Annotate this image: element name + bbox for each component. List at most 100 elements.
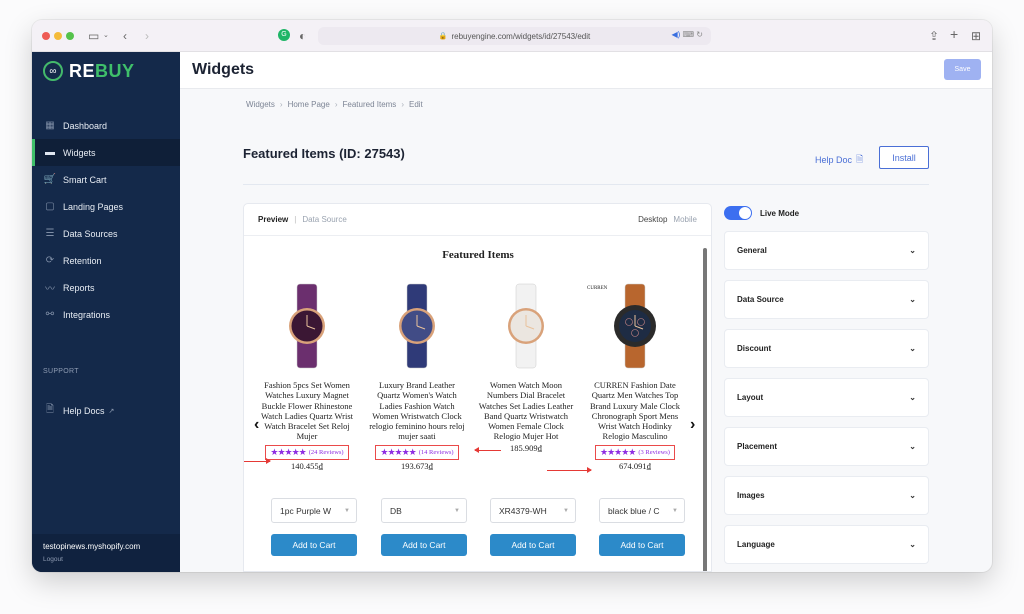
back-icon[interactable]: ‹	[123, 28, 127, 44]
sidebar-item-data-sources[interactable]: ☰ Data Sources	[32, 220, 180, 247]
section-label: General	[737, 246, 767, 255]
maximize-window-button[interactable]	[66, 32, 74, 40]
product-image[interactable]	[369, 282, 465, 370]
sidebar-item-reports[interactable]: 〰 Reports	[32, 274, 180, 301]
lock-icon: 🔒	[438, 33, 448, 40]
chevron-down-icon: ⌄	[909, 344, 916, 353]
sidebar-item-smart-cart[interactable]: 🛒 Smart Cart	[32, 166, 180, 193]
caret-down-icon: ▼	[344, 507, 350, 514]
preview-scrollbar[interactable]	[703, 248, 707, 571]
settings-panel: Live Mode General ⌄ Data Source ⌄ Discount ⌄ L…	[724, 205, 929, 564]
url-bar-icons[interactable]: ◀︎) ⌨ ↻	[671, 30, 703, 39]
sidebar-item-label: Data Sources	[63, 228, 118, 239]
product-name[interactable]: Women Watch Moon Numbers Dial Bracelet W…	[478, 380, 574, 442]
settings-section-placement[interactable]: Placement ⌄	[724, 427, 929, 466]
settings-section-language[interactable]: Language ⌄	[724, 525, 929, 564]
device-desktop[interactable]: Desktop	[638, 215, 667, 224]
product-image[interactable]	[259, 282, 355, 370]
breadcrumb-home-page[interactable]: Home Page	[288, 100, 330, 109]
variant-select[interactable]: 1pc Purple W ▼	[271, 498, 357, 523]
section-label: Images	[737, 491, 765, 500]
section-label: Discount	[737, 344, 772, 353]
breadcrumb-featured-items[interactable]: Featured Items	[343, 100, 397, 109]
product-card: CURREN CURREN Fashion Date Quartz Men Wa…	[587, 282, 683, 471]
add-to-cart-button[interactable]: Add to Cart	[381, 534, 467, 556]
tab-preview[interactable]: Preview	[258, 215, 288, 224]
divider	[243, 184, 929, 185]
rating-badge[interactable]: ★★★★★ (3 Reviews)	[595, 444, 675, 460]
chevron-down-icon: ⌄	[909, 491, 916, 500]
variant-value: black blue / C	[608, 505, 660, 516]
review-count: (14 Reviews)	[418, 448, 454, 456]
preview-tabs: Preview | Data Source Desktop Mobile	[244, 204, 711, 236]
breadcrumb-widgets[interactable]: Widgets	[246, 100, 275, 109]
integrations-icon: ⚯	[45, 309, 55, 320]
shield-icon[interactable]: ◐	[299, 28, 306, 44]
carousel-next-arrow[interactable]: ›	[690, 416, 695, 434]
sidebar-toggle-icon[interactable]: ▭	[88, 28, 99, 44]
settings-section-layout[interactable]: Layout ⌄	[724, 378, 929, 417]
forward-icon[interactable]: ›	[145, 28, 149, 44]
device-mobile[interactable]: Mobile	[673, 215, 697, 224]
grammarly-icon[interactable]: G	[278, 29, 290, 41]
new-tab-icon[interactable]: +	[950, 26, 958, 42]
rating-badge[interactable]: ★★★★★ (24 Reviews)	[265, 444, 349, 460]
variant-select[interactable]: black blue / C ▼	[599, 498, 685, 523]
breadcrumb-separator: ›	[401, 100, 404, 109]
add-to-cart-button[interactable]: Add to Cart	[599, 534, 685, 556]
live-mode-toggle[interactable]	[724, 206, 752, 220]
product-name[interactable]: Luxury Brand Leather Quartz Women's Watc…	[369, 380, 465, 442]
audio-icon[interactable]: ◀︎)	[671, 30, 680, 39]
tab-overview-icon[interactable]: ⊞	[971, 28, 981, 44]
share-icon[interactable]: ⇪	[929, 28, 939, 44]
product-price: 674.091₫	[619, 460, 651, 471]
chevron-down-icon: ⌄	[909, 442, 916, 451]
product-image[interactable]: CURREN	[587, 282, 683, 370]
sidebar-item-label: Smart Cart	[63, 174, 107, 185]
sidebar-item-landing-pages[interactable]: ▢ Landing Pages	[32, 193, 180, 220]
watch-image[interactable]	[387, 282, 447, 370]
sidebar-item-integrations[interactable]: ⚯ Integrations	[32, 301, 180, 328]
rating-badge[interactable]: ★★★★★ (14 Reviews)	[375, 444, 459, 460]
sidebar-item-dashboard[interactable]: ▦ Dashboard	[32, 112, 180, 139]
sidebar-item-retention[interactable]: ⟳ Retention	[32, 247, 180, 274]
address-bar[interactable]: 🔒 rebuyengine.com/widgets/id/27543/edit …	[318, 27, 711, 45]
widget-icon: ▬	[45, 147, 55, 158]
reload-icon[interactable]: ↻	[696, 30, 703, 39]
tab-data-source[interactable]: Data Source	[302, 215, 346, 224]
breadcrumb-edit: Edit	[408, 100, 423, 109]
add-to-cart-button[interactable]: Add to Cart	[490, 534, 576, 556]
save-button[interactable]: Save	[944, 59, 981, 80]
settings-section-general[interactable]: General ⌄	[724, 231, 929, 270]
logo-text-buy: BUY	[95, 60, 135, 81]
caret-down-icon: ▼	[454, 507, 460, 514]
page-icon: ▢	[45, 201, 55, 212]
sidebar-item-label: Widgets	[63, 147, 96, 158]
chevron-down-icon[interactable]: ⌄	[103, 28, 109, 44]
rebuy-logo[interactable]: ∞ RE BUY	[43, 60, 135, 82]
watch-image[interactable]	[605, 282, 665, 370]
product-price: 193.673₫	[401, 460, 433, 471]
watch-image[interactable]	[277, 282, 337, 370]
sidebar-item-help-docs[interactable]: 🗎 Help Docs ↗	[32, 397, 180, 424]
settings-section-images[interactable]: Images ⌄	[724, 476, 929, 515]
product-image[interactable]	[478, 282, 574, 370]
help-doc-link[interactable]: Help Doc 🗎	[815, 152, 863, 168]
add-to-cart-button[interactable]: Add to Cart	[271, 534, 357, 556]
chevron-down-icon: ⌄	[909, 246, 916, 255]
minimize-window-button[interactable]	[54, 32, 62, 40]
translate-icon[interactable]: ⌨	[683, 30, 695, 39]
settings-section-discount[interactable]: Discount ⌄	[724, 329, 929, 368]
settings-section-data-source[interactable]: Data Source ⌄	[724, 280, 929, 319]
install-button[interactable]: Install	[879, 146, 929, 169]
watch-image[interactable]	[496, 282, 556, 370]
product-name[interactable]: Fashion 5pcs Set Women Watches Luxury Ma…	[259, 380, 355, 442]
logout-link[interactable]: Logout	[43, 556, 169, 563]
star-rating: ★★★★★	[600, 446, 636, 457]
variant-select[interactable]: DB ▼	[381, 498, 467, 523]
product-name[interactable]: CURREN Fashion Date Quartz Men Watches T…	[587, 380, 683, 442]
sidebar-item-widgets[interactable]: ▬ Widgets	[32, 139, 180, 166]
variant-select[interactable]: XR4379-WH ▼	[490, 498, 576, 523]
caret-down-icon: ▼	[672, 507, 678, 514]
close-window-button[interactable]	[42, 32, 50, 40]
